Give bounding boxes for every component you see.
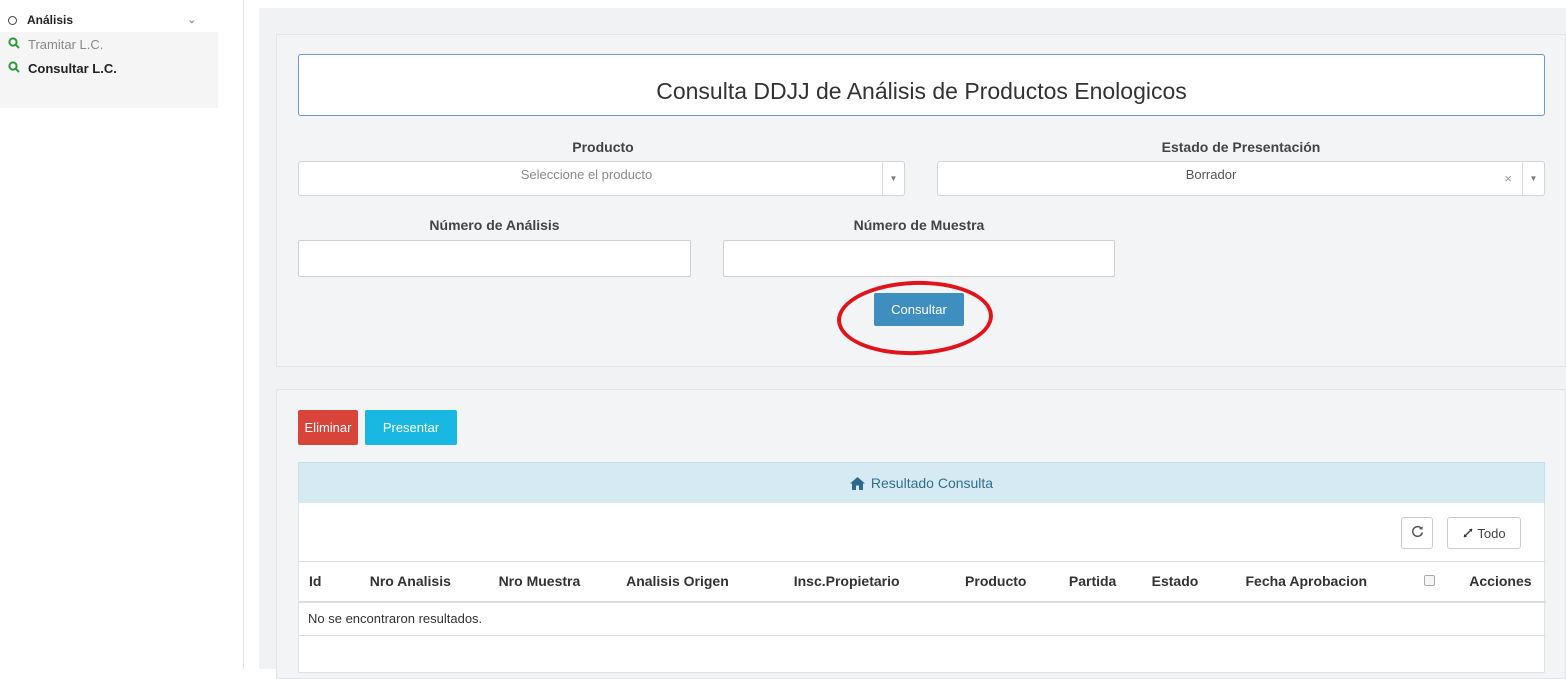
results-header-label: Resultado Consulta [870,475,994,491]
results-table: Id Nro Analisis Nro Muestra Analisis Ori… [299,561,1546,636]
results-panel: Eliminar Presentar Resultado Consulta To… [276,389,1566,679]
nro-analisis-input[interactable] [298,240,691,277]
caret-down-icon[interactable]: ▼ [1522,162,1544,195]
producto-label: Producto [572,139,634,155]
refresh-button[interactable] [1401,517,1433,549]
expand-icon [1462,527,1474,539]
col-nro-analisis[interactable]: Nro Analisis [343,561,478,603]
col-analisis-origen[interactable]: Analisis Origen [601,561,754,603]
estado-label: Estado de Presentación [1161,139,1321,155]
col-id[interactable]: Id [299,561,344,603]
results-header: Resultado Consulta [298,462,1545,504]
page-title: Consulta DDJJ de Análisis de Productos E… [298,54,1545,116]
sidebar-item-label: Consultar L.C. [28,60,117,76]
sidebar-item-tramitar[interactable]: Tramitar L.C. [0,32,218,56]
sidebar: Análisis ⌄ Tramitar L.C. Consultar L.C. [0,0,244,669]
col-producto[interactable]: Producto [940,561,1052,603]
search-icon [8,36,20,52]
select-all-checkbox[interactable] [1424,575,1436,587]
circle-icon [8,15,17,25]
col-nro-muestra[interactable]: Nro Muestra [477,561,602,603]
todo-toggle-button[interactable]: Todo [1447,517,1521,549]
home-icon [849,476,865,490]
search-icon [8,60,20,76]
sidebar-section-label: Análisis [27,13,74,27]
chevron-down-icon: ⌄ [187,14,196,26]
nro-analisis-label: Número de Análisis [429,217,560,233]
sidebar-section-analisis[interactable]: Análisis ⌄ [0,8,218,32]
col-select-all[interactable] [1396,561,1464,603]
todo-label: Todo [1477,525,1506,541]
refresh-icon [1411,525,1424,541]
producto-placeholder: Seleccione el producto [520,167,653,182]
presentar-button[interactable]: Presentar [365,410,457,445]
sidebar-item-label: Tramitar L.C. [28,36,104,52]
sidebar-item-consultar[interactable]: Consultar L.C. [0,56,218,80]
clear-icon[interactable]: × [1504,171,1512,186]
query-panel: Consulta DDJJ de Análisis de Productos E… [276,34,1566,367]
estado-value: Borrador [1185,167,1237,182]
col-acciones: Acciones [1463,561,1546,603]
sidebar-group: Análisis ⌄ Tramitar L.C. Consultar L.C. [0,8,218,108]
table-header-row: Id Nro Analisis Nro Muestra Analisis Ori… [299,561,1546,603]
table-row: No se encontraron resultados. [299,601,1546,636]
producto-select[interactable]: Seleccione el producto ▼ [298,161,905,196]
caret-down-icon[interactable]: ▼ [882,162,904,195]
empty-message: No se encontraron resultados. [299,601,1546,636]
nro-muestra-label: Número de Muestra [853,217,985,233]
eliminar-button[interactable]: Eliminar [298,410,358,445]
col-partida[interactable]: Partida [1051,561,1134,603]
results-body: Todo Id Nro Analisis Nro Muestra Analisi… [298,503,1546,673]
estado-select[interactable]: Borrador × ▼ [937,161,1545,196]
col-insc-propietario[interactable]: Insc.Propietario [753,561,941,603]
col-fecha-aprobacion[interactable]: Fecha Aprobacion [1216,561,1397,603]
main-content: Consulta DDJJ de Análisis de Productos E… [259,8,1566,679]
consultar-button[interactable]: Consultar [874,293,964,326]
col-estado[interactable]: Estado [1133,561,1217,603]
nro-muestra-input[interactable] [723,240,1115,277]
